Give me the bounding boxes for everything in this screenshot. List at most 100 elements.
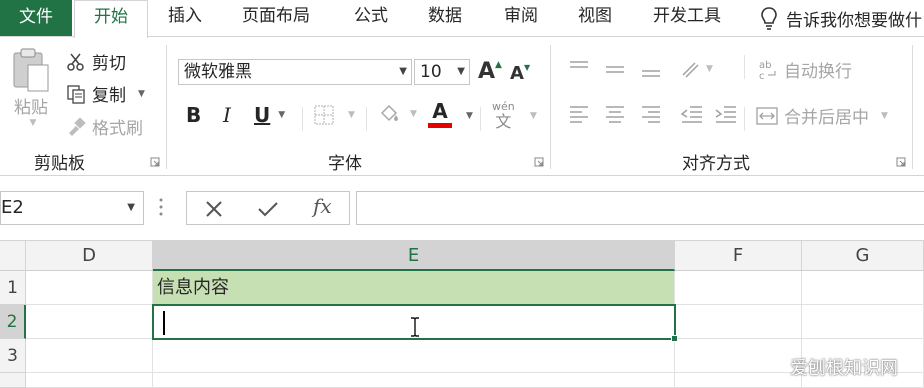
cell-f4[interactable] (675, 373, 802, 388)
font-color-swatch (428, 123, 452, 128)
row-header-2[interactable]: 2 (0, 305, 26, 339)
tab-view[interactable]: 视图 (578, 0, 612, 36)
align-left-icon[interactable] (568, 103, 590, 127)
ribbon-home: 粘贴 ▼ 剪切 复制 ▼ 格式刷 剪贴板 微软雅黑 ▼ 10 ▼ A ▲ A ▼… (0, 36, 924, 176)
cell-e4[interactable] (153, 373, 675, 388)
row-header-3[interactable]: 3 (0, 339, 26, 373)
tab-review[interactable]: 审阅 (504, 0, 538, 36)
align-bottom-icon[interactable] (640, 59, 662, 79)
align-top-icon[interactable] (568, 59, 590, 79)
cell-e3[interactable] (153, 339, 675, 373)
separator (744, 55, 745, 79)
cell-g1[interactable] (802, 271, 924, 305)
grow-font-button[interactable]: A ▲ (478, 59, 502, 84)
align-center-icon[interactable] (604, 103, 626, 127)
fill-color-dropdown-icon[interactable]: ▼ (410, 109, 417, 119)
select-all-corner[interactable] (0, 241, 26, 271)
cut-button[interactable]: 剪切 (66, 49, 126, 74)
italic-button[interactable]: I (223, 103, 231, 127)
paste-button[interactable]: 粘贴 ▼ (8, 47, 54, 128)
chevron-down-icon[interactable]: ▼ (127, 192, 135, 224)
cell-f3[interactable] (675, 339, 802, 373)
merge-center-button[interactable]: 合并后居中 ▼ (756, 103, 888, 128)
tab-data[interactable]: 数据 (428, 0, 462, 36)
font-size-combo[interactable]: 10 ▼ (414, 59, 470, 85)
copy-dropdown-icon[interactable]: ▼ (138, 89, 145, 99)
tab-insert[interactable]: 插入 (168, 0, 202, 36)
align-right-icon[interactable] (640, 103, 662, 127)
underline-button[interactable]: U ▼ (254, 103, 285, 127)
cell-g2[interactable] (802, 305, 924, 339)
orientation-button[interactable]: ▼ (680, 59, 713, 79)
chevron-down-icon[interactable]: ▼ (399, 60, 407, 84)
name-box[interactable]: E2 ▼ (0, 191, 144, 225)
formula-bar: E2 ▼ fx (0, 177, 924, 241)
fill-color-button[interactable]: ▼ (378, 103, 417, 125)
chevron-down-icon[interactable]: ▼ (457, 60, 465, 84)
separator (366, 107, 367, 131)
shrink-font-button[interactable]: A ▼ (510, 63, 530, 84)
column-header-g[interactable]: G (802, 241, 924, 271)
font-color-button[interactable]: A (428, 101, 452, 128)
column-header-e[interactable]: E (153, 241, 675, 271)
formula-input[interactable] (356, 191, 924, 225)
insert-function-icon[interactable]: fx (313, 194, 332, 218)
cell-d4[interactable] (26, 373, 153, 388)
merge-dropdown-icon[interactable]: ▼ (881, 111, 888, 121)
bold-button[interactable]: B (186, 103, 201, 127)
phonetic-icon-bottom: 文 (495, 112, 512, 131)
column-header-f[interactable]: F (675, 241, 802, 271)
cell-f1[interactable] (675, 271, 802, 305)
tab-formulas[interactable]: 公式 (354, 0, 388, 36)
decrease-indent-icon[interactable] (680, 103, 704, 127)
paste-dropdown-icon[interactable]: ▼ (30, 118, 37, 128)
copy-icon (67, 84, 85, 104)
increase-indent-icon[interactable] (714, 103, 738, 127)
cell-d2[interactable] (26, 305, 153, 339)
tell-me-box[interactable]: 告诉我你想要做什 (760, 0, 922, 36)
font-launcher-icon[interactable] (534, 157, 544, 167)
tab-developer[interactable]: 开发工具 (653, 0, 721, 36)
clipboard-launcher-icon[interactable] (150, 157, 160, 167)
format-painter-button[interactable]: 格式刷 (66, 114, 143, 139)
tab-home[interactable]: 开始 (74, 0, 148, 38)
font-size-value: 10 (420, 62, 442, 82)
orientation-dropdown-icon[interactable]: ▼ (706, 64, 713, 74)
font-color-icon: A (432, 99, 448, 123)
font-color-dropdown-icon[interactable]: ▼ (466, 111, 473, 121)
cell-f2[interactable] (675, 305, 802, 339)
tab-page-layout[interactable]: 页面布局 (242, 0, 310, 36)
copy-button[interactable]: 复制 ▼ (66, 81, 145, 106)
underline-icon: U (254, 103, 271, 127)
text-caret (163, 311, 165, 335)
font-group-label: 字体 (328, 154, 362, 174)
phonetic-dropdown-icon[interactable]: ▼ (530, 111, 537, 121)
cancel-icon[interactable] (205, 200, 223, 218)
cell-d3[interactable] (26, 339, 153, 373)
wrap-text-button[interactable]: ab c 自动换行 (758, 57, 852, 83)
row-header-4[interactable] (0, 373, 26, 388)
font-name-value: 微软雅黑 (184, 62, 252, 82)
cell-d1[interactable] (26, 271, 153, 305)
alignment-launcher-icon[interactable] (896, 157, 906, 167)
cut-label: 剪切 (92, 54, 126, 74)
underline-dropdown-icon[interactable]: ▼ (278, 110, 285, 120)
borders-dropdown-icon[interactable]: ▼ (348, 110, 355, 120)
cell-e1[interactable]: 信息内容 (153, 271, 675, 305)
enter-check-icon[interactable] (257, 200, 279, 218)
worksheet-grid: D E F G 1 2 3 信息内容 (0, 241, 924, 388)
font-name-combo[interactable]: 微软雅黑 ▼ (178, 59, 412, 85)
tab-file[interactable]: 文件 (0, 0, 72, 36)
svg-text:ab: ab (759, 60, 771, 71)
phonetic-button[interactable]: wén 文 (492, 101, 515, 131)
group-separator (550, 45, 551, 169)
align-middle-icon[interactable] (604, 59, 626, 79)
borders-button[interactable]: ▼ (314, 105, 355, 125)
row-header-1[interactable]: 1 (0, 271, 26, 305)
paint-bucket-icon (380, 104, 398, 122)
fill-handle[interactable] (671, 335, 678, 342)
scissors-icon (67, 53, 84, 71)
column-header-d[interactable]: D (26, 241, 153, 271)
separator (480, 107, 481, 131)
resize-handle-icon[interactable] (159, 197, 163, 217)
